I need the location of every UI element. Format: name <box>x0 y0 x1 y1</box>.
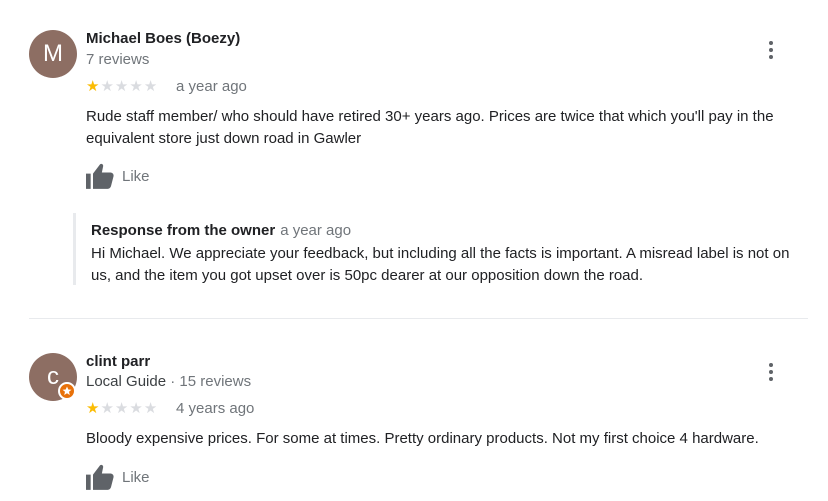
review-divider <box>29 318 808 319</box>
star-empty-icon: ★ <box>143 78 158 95</box>
star-empty-icon: ★ <box>129 78 143 95</box>
more-vert-icon <box>769 363 773 367</box>
more-vert-icon-dot <box>769 48 773 52</box>
response-text: Hi Michael. We appreciate your feedback,… <box>91 245 790 284</box>
star-empty-icon: ★ <box>114 78 129 95</box>
more-vert-icon-dot <box>769 55 773 59</box>
star-empty-icon: ★ <box>114 400 129 417</box>
response-header: Response from the owner a year ago <box>91 222 351 239</box>
reviewer-meta[interactable]: Local Guide · 15 reviews <box>86 373 251 390</box>
local-guide-label: Local Guide <box>86 373 167 390</box>
response-age: a year ago <box>280 222 352 239</box>
star-filled-icon: ★ <box>86 78 100 95</box>
like-label: Like <box>122 167 150 185</box>
star-empty-icon: ★ <box>100 400 114 417</box>
star-icon <box>62 386 72 395</box>
avatar[interactable]: M <box>29 30 77 78</box>
star-empty-icon: ★ <box>143 400 158 417</box>
like-label: Like <box>122 468 150 486</box>
meta-separator: · <box>170 373 176 390</box>
reviewer-meta[interactable]: 7 reviews <box>86 51 149 68</box>
star-rating: ★ ★ ★ ★ ★ <box>86 79 157 94</box>
local-guide-badge-icon <box>58 382 76 400</box>
like-button[interactable]: Like <box>86 464 150 490</box>
review-age: a year ago <box>176 78 247 95</box>
thumbs-up-icon <box>86 163 114 189</box>
owner-response: Response from the owner a year ago Hi Mic… <box>73 213 811 285</box>
reviewer-name[interactable]: Michael Boes (Boezy) <box>86 30 240 47</box>
more-vert-icon <box>769 41 773 45</box>
more-vert-icon-dot <box>769 377 773 381</box>
more-options-button[interactable] <box>760 361 782 383</box>
more-options-button[interactable] <box>760 39 782 61</box>
review-count: 15 reviews <box>179 373 252 390</box>
avatar-letter: M <box>43 40 63 67</box>
review-age: 4 years ago <box>176 400 255 417</box>
star-empty-icon: ★ <box>129 400 143 417</box>
star-empty-icon: ★ <box>100 78 114 95</box>
like-button[interactable]: Like <box>86 163 150 189</box>
response-title: Response from the owner <box>91 222 276 239</box>
review-text: Bloody expensive prices. For some at tim… <box>86 430 759 447</box>
avatar-letter: c <box>47 363 59 390</box>
more-vert-icon-dot <box>769 370 773 374</box>
reviewer-name[interactable]: clint parr <box>86 353 150 370</box>
thumbs-up-icon <box>86 464 114 490</box>
star-filled-icon: ★ <box>86 400 100 417</box>
star-rating: ★ ★ ★ ★ ★ <box>86 401 157 416</box>
review-text: Rude staff member/ who should have retir… <box>86 108 774 147</box>
